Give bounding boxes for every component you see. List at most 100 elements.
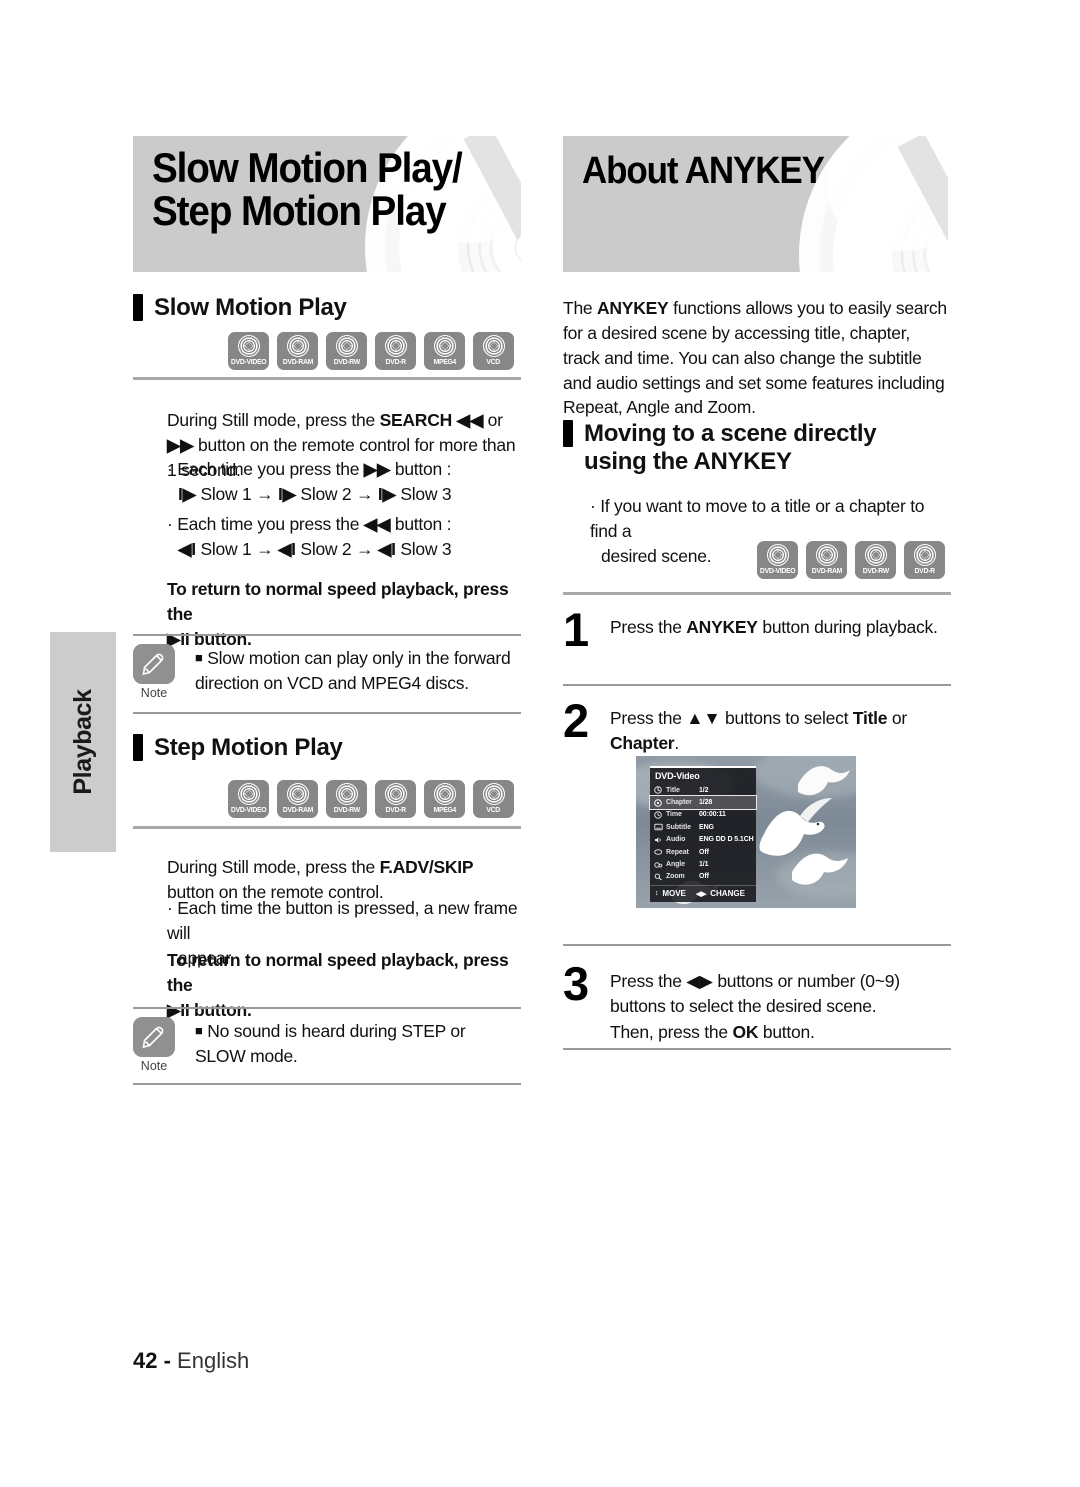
disc-icon-label: DVD-RAM — [282, 357, 313, 366]
page-number: 42 — [133, 1348, 158, 1373]
osd-row-label: Angle — [666, 861, 685, 869]
divider — [563, 684, 951, 686]
step-2: 2 Press the ▲▼ buttons to select Title o… — [563, 697, 951, 753]
chapter-side-tab-label: Playback — [68, 689, 97, 795]
osd-row-value: 1/2 — [699, 786, 709, 794]
divider — [133, 1083, 521, 1085]
note-block-slow-motion: Note ■ Slow motion can play only in the … — [133, 644, 521, 710]
disc-icon-dvd-r: DVD-R — [375, 332, 416, 370]
heading-slow-motion-play: Slow Motion Play — [133, 294, 347, 324]
osd-row-zoom[interactable]: Zoom Off — [650, 871, 756, 883]
osd-row-label: Subtitle — [666, 823, 691, 831]
step-number: 2 — [563, 694, 590, 747]
note-label: Note — [140, 686, 168, 700]
slow-motion-return-note: To return to normal speed playback, pres… — [167, 579, 509, 649]
osd-row-value: 00:00:11 — [699, 811, 726, 819]
disc-icon-dvd-ram: DVD-RAM — [277, 332, 318, 370]
disc-icon-label: DVD-RAM — [811, 566, 842, 575]
disc-icon-dvd-ram: DVD-RAM — [277, 780, 318, 818]
disc-glyph-icon — [433, 335, 456, 357]
osd-row-value: Off — [699, 848, 709, 856]
step-number: 3 — [563, 957, 590, 1010]
disc-icon-row-step-motion: DVD-VIDEO DVD-RAM DVD-RW DVD-R MPEG4 VCD — [228, 780, 514, 818]
disc-icon-label: DVD-VIDEO — [230, 805, 267, 814]
osd-row-value: 1/1 — [699, 861, 709, 869]
disc-glyph-icon — [237, 335, 260, 357]
slow-motion-bullet-1: · Each time you press the ▶▶ button : I▶… — [167, 457, 521, 507]
disc-icon-dvd-r: DVD-R — [904, 541, 945, 579]
disc-icon-label: DVD-RAM — [282, 805, 313, 814]
disc-icon-label: DVD-R — [385, 357, 406, 366]
osd-row-label: Audio — [666, 836, 686, 844]
osd-row-subtitle[interactable]: Subtitle ENG — [650, 821, 756, 833]
pencil-icon — [133, 644, 175, 684]
osd-row-label: Zoom — [666, 873, 685, 881]
left-banner-title: Slow Motion Play/ Step Motion Play — [152, 144, 463, 234]
disc-glyph-icon — [335, 335, 358, 357]
footer-language: English — [177, 1348, 250, 1373]
osd-row-time[interactable]: Time 00:00:11 — [650, 809, 756, 821]
divider — [133, 712, 521, 714]
step-text: Press the ◀▶ buttons or number (0~9) but… — [610, 971, 900, 1042]
title-icon — [653, 786, 664, 795]
osd-row-audio[interactable]: Audio ENG DD D 5.1CH — [650, 834, 756, 846]
disc-glyph-icon — [482, 783, 505, 805]
heading-step-motion-play: Step Motion Play — [133, 734, 343, 764]
right-banner-title: About ANYKEY — [582, 150, 825, 192]
manual-page: Playback Slow Motion Play/ Step Motion P… — [0, 0, 1080, 1487]
osd-panel: DVD-Video Title 1/2 Chapter 1/28 Time 00:00:1… — [649, 766, 757, 903]
disc-glyph-icon — [286, 783, 309, 805]
slow-motion-bullet-2: · Each time you press the ◀◀ button : ◀I… — [167, 512, 521, 562]
disc-icon-dvd-rw: DVD-RW — [326, 332, 367, 370]
bullet-line: · Each time the button is pressed, a new… — [167, 898, 518, 943]
osd-row-title[interactable]: Title 1/2 — [650, 784, 756, 796]
move-glyph-icon: ↕ — [655, 890, 659, 898]
osd-row-value: Off — [699, 873, 709, 881]
change-glyph-icon: ◀▶ — [695, 890, 707, 898]
disc-icon-dvd-r: DVD-R — [375, 780, 416, 818]
anykey-intro: The ANYKEY functions allows you to easil… — [563, 298, 947, 418]
disc-icon-label: DVD-RW — [333, 805, 360, 814]
disc-icon-label: VCD — [486, 357, 501, 366]
osd-row-repeat[interactable]: Repeat Off — [650, 846, 756, 858]
heading-text: Step Motion Play — [154, 734, 343, 761]
step-text: Press the ▲▼ buttons to select Title or … — [610, 708, 907, 754]
disc-icon-label: MPEG4 — [433, 357, 456, 366]
divider — [133, 826, 521, 829]
osd-row-angle[interactable]: Angle 1/1 — [650, 858, 756, 870]
osd-title: DVD-Video — [655, 771, 700, 781]
angle-icon — [653, 860, 664, 869]
disc-icon-mpeg4: MPEG4 — [424, 332, 465, 370]
disc-glyph-icon — [864, 544, 887, 566]
disc-icon-vcd: VCD — [473, 780, 514, 818]
disc-icon-dvd-video: DVD-VIDEO — [228, 332, 269, 370]
divider — [563, 944, 951, 946]
osd-footer-change: CHANGE — [710, 889, 745, 899]
chapter-side-tab: Playback — [50, 632, 116, 852]
divider — [133, 377, 521, 380]
osd-row-value: ENG — [699, 823, 714, 831]
disc-icon-row-anykey: DVD-VIDEO DVD-RAM DVD-RW DVD-R — [757, 541, 945, 579]
osd-footer: ↕ MOVE ◀▶ CHANGE — [650, 885, 756, 900]
disc-icon-label: DVD-R — [385, 805, 406, 814]
osd-screenshot: DVD-Video Title 1/2 Chapter 1/28 Time 00:00:1… — [636, 756, 856, 908]
disc-icon-dvd-rw: DVD-RW — [855, 541, 896, 579]
bullet-square-icon: ■ — [195, 650, 203, 665]
disc-glyph-icon — [237, 783, 260, 805]
bullet-subline: ◀I Slow 1 → ◀I Slow 2 → ◀I Slow 3 — [178, 538, 452, 559]
osd-row-label: Title — [666, 786, 680, 794]
bullet-line: · Each time you press the ▶▶ button : — [167, 459, 452, 479]
osd-row-chapter[interactable]: Chapter 1/28 — [649, 795, 757, 810]
divider — [133, 1007, 521, 1009]
repeat-icon — [653, 848, 664, 857]
right-banner: About ANYKEY — [563, 136, 948, 272]
osd-row-value: 1/28 — [699, 799, 713, 807]
disc-icon-label: DVD-RW — [333, 357, 360, 366]
heading-text: Slow Motion Play — [154, 294, 347, 321]
osd-footer-move: MOVE — [662, 889, 686, 899]
heading-moving-to-scene: Moving to a scene directly using the ANY… — [563, 420, 955, 478]
step-1: 1 Press the ANYKEY button during playbac… — [563, 606, 951, 668]
zoom-icon — [653, 872, 664, 881]
note-text: ■ No sound is heard during STEP or SLOW … — [195, 1021, 466, 1066]
disc-icon-mpeg4: MPEG4 — [424, 780, 465, 818]
